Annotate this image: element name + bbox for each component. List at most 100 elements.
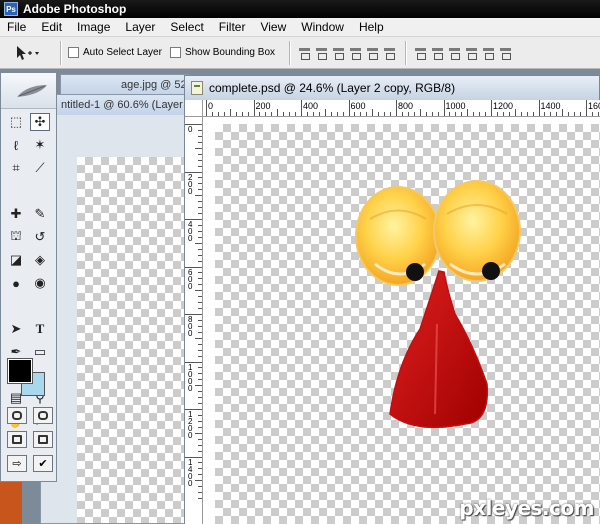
- menu-edit[interactable]: Edit: [34, 20, 70, 34]
- jump-to-row: ⇨ ✔: [7, 455, 53, 473]
- ruler-minor-tick: [556, 112, 558, 116]
- document-tab-title[interactable]: ntitled-1 @ 60.6% (Layer: [41, 95, 184, 115]
- vertical-ruler[interactable]: 0 200 400 600 800 1000 1200 1400: [185, 117, 203, 524]
- menu-view[interactable]: View: [253, 20, 294, 34]
- blur-tool-icon[interactable]: ●: [6, 274, 26, 292]
- canvas-padding: [203, 117, 600, 124]
- paint-bucket-tool-icon[interactable]: ◈: [30, 251, 50, 269]
- ruler-minor-tick: [195, 385, 202, 387]
- document-tab-title[interactable]: age.jpg @ 52.7% (RGB/8: [61, 75, 189, 95]
- ruler-minor-tick: [198, 438, 202, 440]
- align-bottom-edges-icon[interactable]: [331, 45, 346, 61]
- jump-to-imageready-icon[interactable]: ⇨: [7, 455, 27, 472]
- clone-stamp-tool-icon[interactable]: ⛫: [6, 228, 26, 246]
- ruler-minor-tick: [211, 112, 213, 116]
- ruler-minor-tick: [217, 112, 219, 116]
- dodge-tool-icon[interactable]: ◉: [30, 274, 50, 292]
- align-right-edges-icon[interactable]: [382, 45, 397, 61]
- document-title-bar[interactable]: complete.psd @ 24.6% (Layer 2 copy, RGB/…: [185, 76, 599, 100]
- ruler-minor-tick: [195, 147, 202, 149]
- foreground-color-swatch[interactable]: [7, 358, 33, 384]
- document-canvas[interactable]: [215, 124, 600, 524]
- toolbox-header[interactable]: [1, 73, 56, 109]
- options-separator: [60, 40, 62, 65]
- ruler-minor-tick: [198, 492, 202, 494]
- distribute-top-icon[interactable]: [413, 45, 428, 61]
- align-left-edges-icon[interactable]: [348, 45, 363, 61]
- slice-tool-icon[interactable]: ⟋: [30, 159, 50, 177]
- history-brush-tool-icon[interactable]: ↺: [30, 228, 50, 246]
- tool-preset-picker[interactable]: [14, 41, 54, 65]
- quick-mask-mode-icon[interactable]: [33, 407, 53, 424]
- eraser-tool-icon[interactable]: ◪: [6, 251, 26, 269]
- distribute-bottom-icon[interactable]: [447, 45, 462, 61]
- ruler-minor-tick: [502, 112, 504, 116]
- ruler-minor-tick: [514, 109, 516, 116]
- menu-select[interactable]: Select: [163, 20, 211, 34]
- marquee-tool-icon[interactable]: ⬚: [6, 113, 26, 131]
- ruler-minor-tick: [198, 129, 202, 131]
- crop-tool-icon[interactable]: ⌗: [6, 159, 26, 177]
- ruler-minor-tick: [366, 112, 368, 116]
- distribute-left-icon[interactable]: [464, 45, 479, 61]
- ruler-minor-tick: [597, 112, 599, 116]
- document-window-active[interactable]: complete.psd @ 24.6% (Layer 2 copy, RGB/…: [184, 75, 600, 524]
- menu-filter[interactable]: Filter: [212, 20, 254, 34]
- edit-checkbox-icon[interactable]: ✔: [33, 455, 53, 472]
- full-screen-mode-icon[interactable]: [33, 431, 53, 448]
- ruler-minor-tick: [198, 153, 202, 155]
- ruler-minor-tick: [198, 373, 202, 375]
- show-bounding-box-checkbox[interactable]: Show Bounding Box: [169, 47, 275, 58]
- distribute-right-icon[interactable]: [498, 45, 513, 61]
- ruler-minor-tick: [198, 183, 202, 185]
- standard-screen-mode-icon[interactable]: [7, 431, 27, 448]
- menu-image[interactable]: Image: [70, 20, 118, 34]
- healing-brush-tool-icon[interactable]: ✚: [6, 205, 26, 223]
- ruler-minor-tick: [360, 112, 362, 116]
- ruler-label: 1400: [540, 101, 561, 111]
- brush-tool-icon[interactable]: ✎: [30, 205, 50, 223]
- ruler-minor-tick: [198, 450, 202, 452]
- menu-layer[interactable]: Layer: [118, 20, 163, 34]
- magic-wand-tool-icon[interactable]: ✶: [30, 136, 50, 154]
- move-tool-icon[interactable]: ✣: [30, 113, 50, 131]
- lasso-tool-icon[interactable]: ℓ: [6, 136, 26, 154]
- ruler-minor-tick: [198, 325, 202, 327]
- options-bar: Auto Select Layer Show Bounding Box: [0, 37, 600, 69]
- artwork-layer: [355, 180, 521, 429]
- path-selection-tool-icon[interactable]: ➤: [6, 320, 26, 338]
- menu-bar: File Edit Image Layer Select Filter View…: [0, 18, 600, 37]
- auto-select-checkbox-box[interactable]: [68, 47, 79, 58]
- document-canvas[interactable]: [77, 157, 184, 523]
- distribute-hcenter-icon[interactable]: [481, 45, 496, 61]
- type-tool-icon[interactable]: T: [30, 320, 50, 338]
- ruler-minor-tick: [330, 112, 332, 116]
- distribute-vcenter-icon[interactable]: [430, 45, 445, 61]
- menu-file[interactable]: File: [0, 20, 34, 34]
- align-vertical-centers-icon[interactable]: [314, 45, 329, 61]
- standard-mode-icon[interactable]: [7, 407, 27, 424]
- ruler-minor-tick: [520, 112, 522, 116]
- ruler-minor-tick: [195, 195, 202, 197]
- document-icon: [191, 81, 203, 95]
- ruler-origin[interactable]: [185, 100, 203, 117]
- ruler-tick: [443, 100, 445, 116]
- ruler-minor-tick: [467, 109, 469, 116]
- document-window-untitled[interactable]: ntitled-1 @ 60.6% (Layer: [40, 94, 185, 524]
- ruler-minor-tick: [295, 112, 297, 116]
- menu-window[interactable]: Window: [294, 20, 352, 34]
- menu-help[interactable]: Help: [352, 20, 392, 34]
- ruler-label: 1400: [188, 457, 193, 488]
- canvas-padding: [203, 117, 215, 524]
- ruler-minor-tick: [265, 112, 267, 116]
- ruler-minor-tick: [198, 486, 202, 488]
- align-horizontal-centers-icon[interactable]: [365, 45, 380, 61]
- app-title: Adobe Photoshop: [23, 2, 127, 16]
- bounding-box-checkbox-box[interactable]: [169, 47, 181, 58]
- ruler-minor-tick: [562, 109, 564, 116]
- ruler-minor-tick: [198, 213, 202, 215]
- auto-select-layer-checkbox[interactable]: Auto Select Layer: [68, 47, 162, 58]
- ruler-minor-tick: [195, 480, 202, 482]
- align-top-edges-icon[interactable]: [297, 45, 312, 61]
- horizontal-ruler[interactable]: 0 200 400 600 800 1000 1200 1400 1600: [203, 100, 600, 117]
